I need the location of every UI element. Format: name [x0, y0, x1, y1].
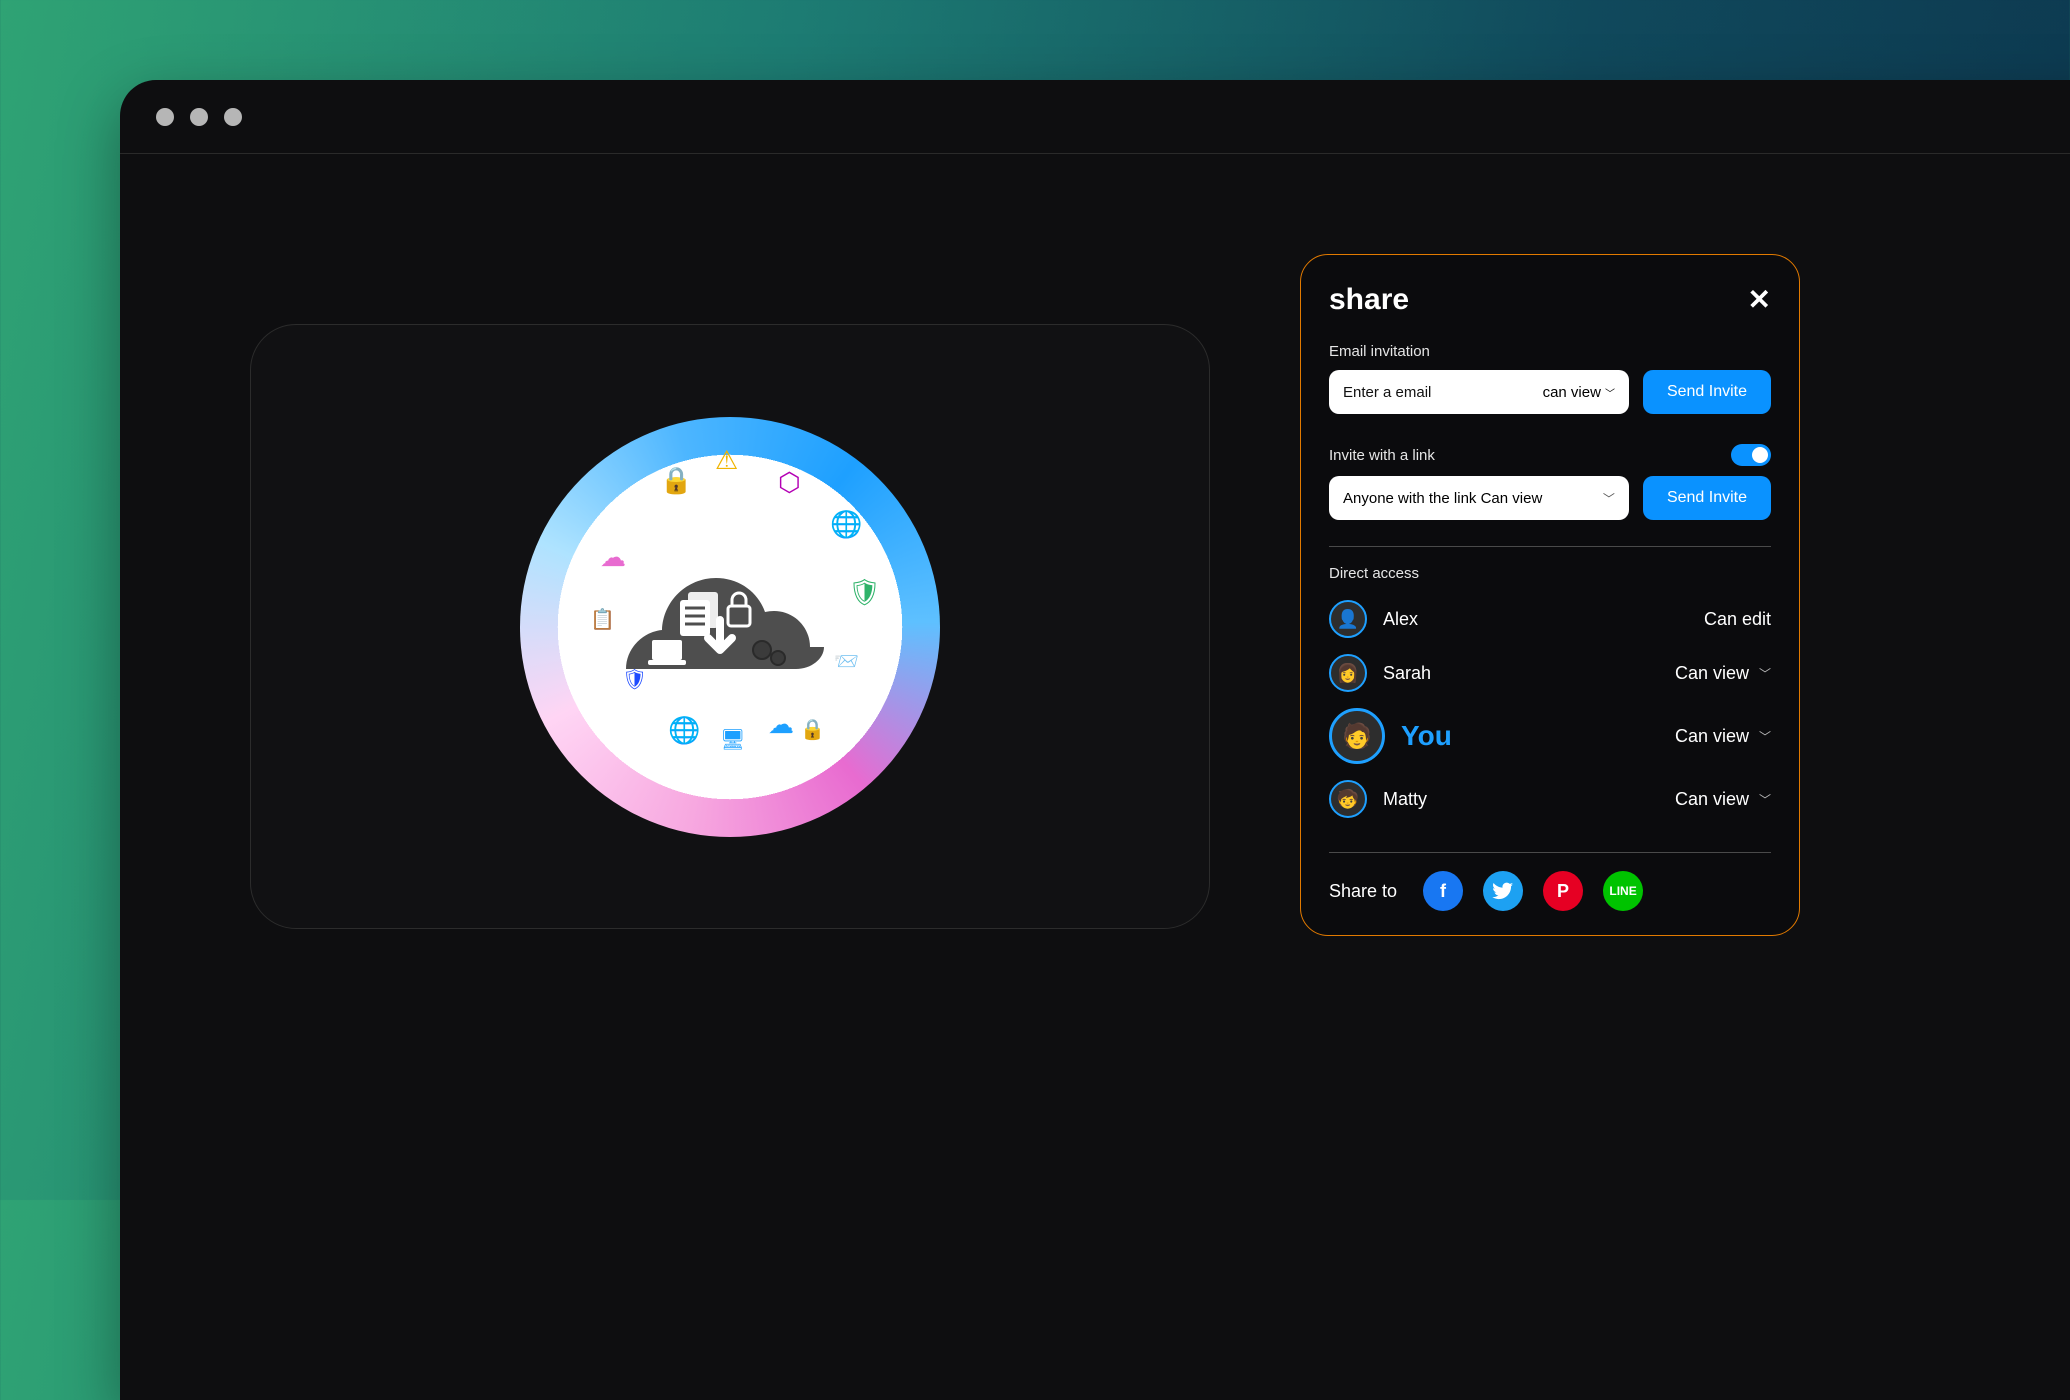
access-row: 🧒 Matty Can view ﹀ — [1329, 772, 1771, 826]
invite-link-toggle[interactable] — [1731, 444, 1771, 466]
avatar: 🧒 — [1329, 780, 1367, 818]
window-body: ⚠ 🔒 ⬡ 🌐 ☁ 🛡 📋 🛡 📨 🌐 🖥 ☁ 🔒 share ✕ — [120, 154, 2070, 1400]
avatar: 🧑 — [1329, 708, 1385, 764]
titlebar — [120, 80, 2070, 154]
traffic-light-zoom[interactable] — [224, 108, 242, 126]
chevron-down-icon: ﹀ — [1759, 665, 1771, 682]
chevron-down-icon: ﹀ — [1605, 385, 1615, 400]
access-name: Matty — [1383, 789, 1427, 810]
hex-icon: ⬡ — [778, 467, 801, 498]
twitter-icon[interactable] — [1483, 871, 1523, 911]
link-permission-value: Anyone with the link Can view — [1343, 490, 1542, 507]
send-invite-link-button[interactable]: Send Invite — [1643, 476, 1771, 520]
traffic-light-minimize[interactable] — [190, 108, 208, 126]
send-invite-email-button[interactable]: Send Invite — [1643, 370, 1771, 414]
access-name: Alex — [1383, 609, 1418, 630]
app-window: ⚠ 🔒 ⬡ 🌐 ☁ 🛡 📋 🛡 📨 🌐 🖥 ☁ 🔒 share ✕ — [120, 80, 2070, 1400]
chevron-down-icon: ﹀ — [1759, 728, 1771, 745]
access-row: 🧑 You Can view ﹀ — [1329, 700, 1771, 772]
line-icon[interactable]: LINE — [1603, 871, 1643, 911]
divider — [1329, 852, 1771, 853]
warning-icon: ⚠ — [715, 445, 738, 476]
access-name-you: You — [1401, 720, 1452, 752]
access-permission-select[interactable]: Can view ﹀ — [1675, 726, 1771, 747]
traffic-light-close[interactable] — [156, 108, 174, 126]
content-preview-card: ⚠ 🔒 ⬡ 🌐 ☁ 🛡 📋 🛡 📨 🌐 🖥 ☁ 🔒 — [250, 324, 1210, 929]
lock-icon: 🔒 — [660, 465, 692, 496]
avatar: 👤 — [1329, 600, 1367, 638]
direct-access-label: Direct access — [1329, 565, 1771, 582]
email-permission-select[interactable]: can view ﹀ — [1543, 384, 1615, 401]
sync-icon: 🌐 — [830, 509, 862, 540]
email-input[interactable]: Enter a email can view ﹀ — [1329, 370, 1629, 414]
cloud-lock-icon: ☁ — [768, 709, 794, 740]
monitor-icon: 🖥 — [720, 727, 745, 752]
access-permission[interactable]: Can edit — [1704, 609, 1771, 630]
list-icon: 📋 — [590, 607, 615, 632]
share-to-label: Share to — [1329, 881, 1397, 902]
mail-icon: 📨 — [834, 649, 859, 674]
avatar: 👩 — [1329, 654, 1367, 692]
divider — [1329, 546, 1771, 547]
access-row: 👤 Alex Can edit — [1329, 592, 1771, 646]
shield-green-icon: 🛡 — [848, 577, 881, 608]
chevron-down-icon: ﹀ — [1603, 490, 1615, 507]
access-name: Sarah — [1383, 663, 1431, 684]
facebook-icon[interactable]: f — [1423, 871, 1463, 911]
pinterest-icon[interactable]: P — [1543, 871, 1583, 911]
email-placeholder: Enter a email — [1343, 384, 1543, 401]
shield-blue-icon: 🛡 — [622, 667, 647, 692]
cloud-left-icon: ☁ — [600, 542, 626, 573]
access-row: 👩 Sarah Can view ﹀ — [1329, 646, 1771, 700]
share-panel: share ✕ Email invitation Enter a email c… — [1300, 254, 1800, 936]
globe-icon: 🌐 — [668, 715, 700, 746]
access-permission-select[interactable]: Can view ﹀ — [1675, 789, 1771, 810]
share-title: share — [1329, 283, 1409, 317]
invite-link-label: Invite with a link — [1329, 447, 1435, 464]
email-invitation-label: Email invitation — [1329, 343, 1771, 360]
chevron-down-icon: ﹀ — [1759, 791, 1771, 808]
access-permission-select[interactable]: Can view ﹀ — [1675, 663, 1771, 684]
small-lock-icon: 🔒 — [800, 717, 825, 742]
cloud-security-graphic: ⚠ 🔒 ⬡ 🌐 ☁ 🛡 📋 🛡 📨 🌐 🖥 ☁ 🔒 — [520, 417, 940, 837]
close-icon[interactable]: ✕ — [1748, 286, 1771, 314]
link-permission-select[interactable]: Anyone with the link Can view ﹀ — [1329, 476, 1629, 520]
email-permission-value: can view — [1543, 384, 1601, 401]
